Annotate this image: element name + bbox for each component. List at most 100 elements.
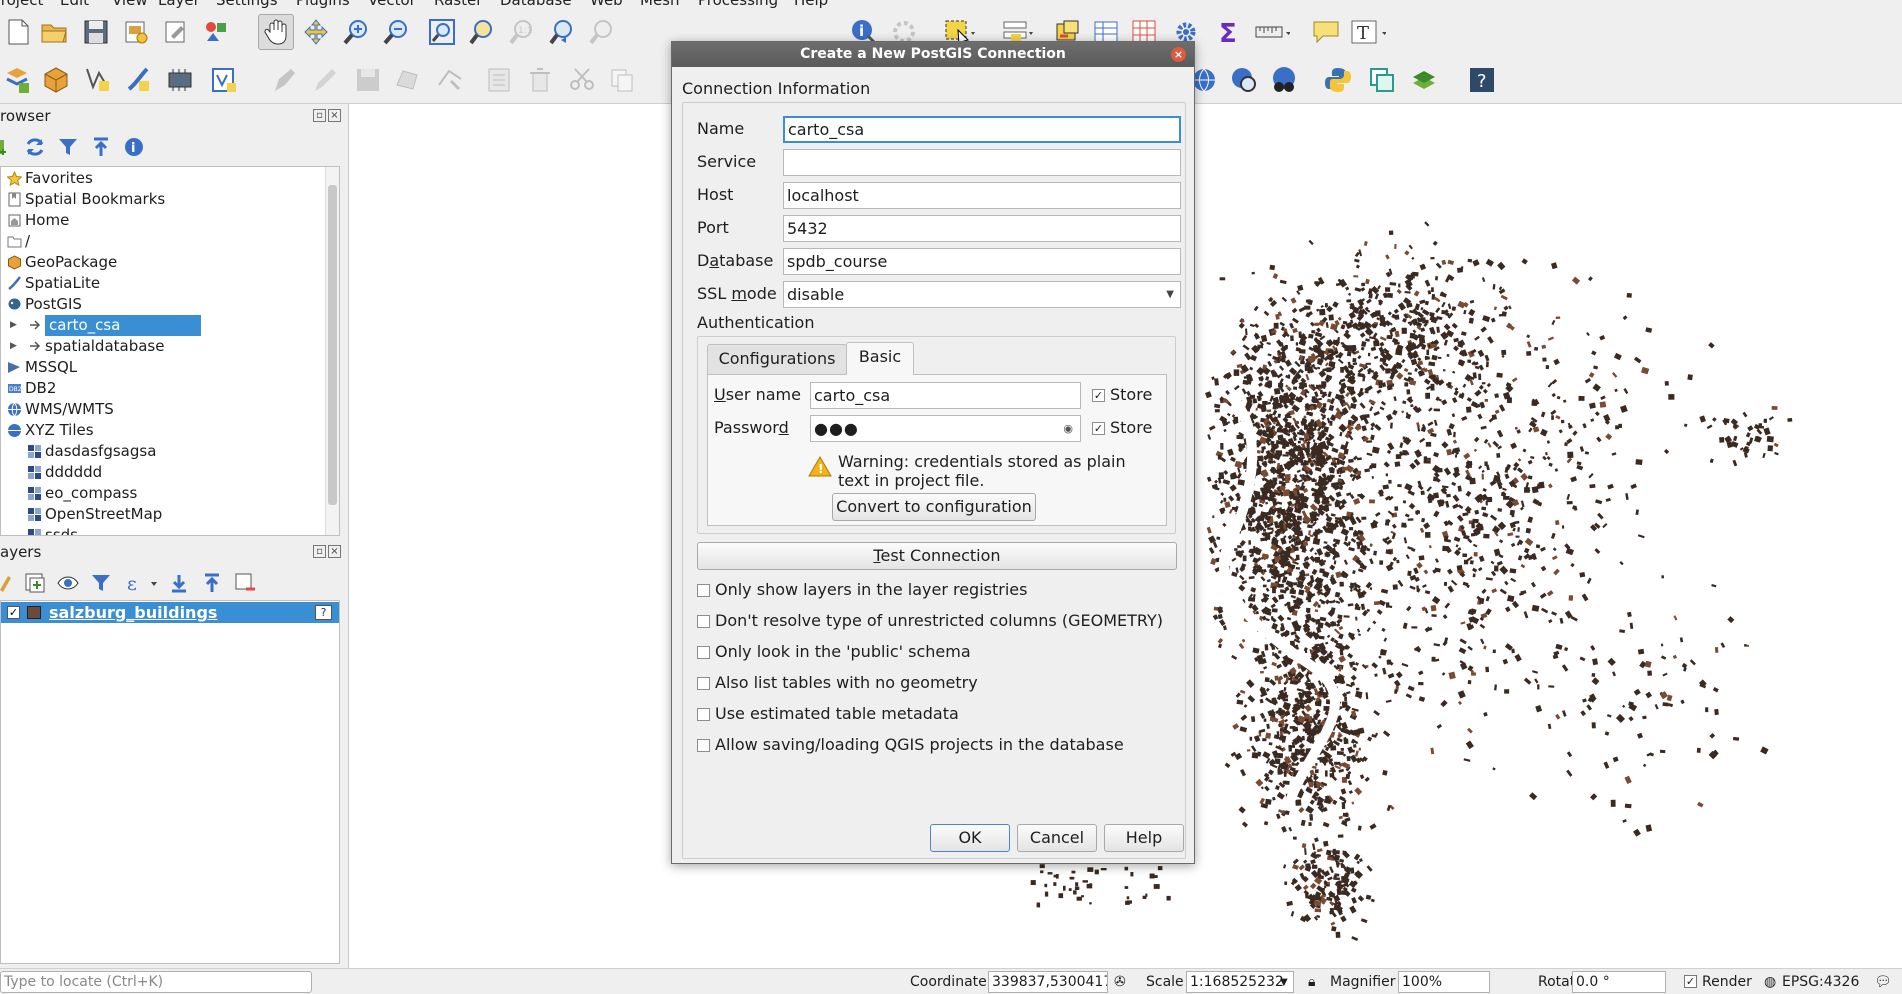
ssl-mode-select[interactable]: disable ▼: [783, 281, 1181, 308]
menu-settings[interactable]: Settings: [216, 0, 278, 8]
crs-label[interactable]: EPSG:4326: [1782, 974, 1859, 990]
menu-help[interactable]: Help: [794, 0, 828, 8]
menu-mesh[interactable]: Mesh: [640, 0, 680, 8]
browser-item[interactable]: PostGIS: [1, 294, 327, 315]
browser-item[interactable]: Favorites: [1, 168, 327, 189]
zoom-out-icon[interactable]: [378, 14, 414, 50]
text-annotation-icon[interactable]: T: [1350, 14, 1386, 50]
host-field[interactable]: localhost: [783, 182, 1181, 209]
zoom-to-selection-icon[interactable]: [464, 14, 500, 50]
browser-item[interactable]: dddddd: [1, 462, 327, 483]
expand-arrow-icon[interactable]: ▶: [10, 315, 20, 336]
browser-item[interactable]: WMS/WMTS: [1, 399, 327, 420]
browser-item[interactable]: XYZ Tiles: [1, 420, 327, 441]
filter-browser-icon[interactable]: [55, 134, 81, 160]
scale-input[interactable]: 1:168525232: [1186, 971, 1294, 993]
menu-raster[interactable]: Raster: [434, 0, 482, 8]
browser-item[interactable]: ▶ carto_csa: [1, 315, 327, 336]
ok-button[interactable]: OK: [930, 824, 1010, 852]
menu-processing[interactable]: Processing: [698, 0, 778, 8]
menu-project[interactable]: Project: [0, 0, 43, 8]
browser-item[interactable]: Home: [1, 210, 327, 231]
menu-edit[interactable]: Edit: [60, 0, 89, 8]
browser-item[interactable]: GeoPackage: [1, 252, 327, 273]
layer-plugin-icon[interactable]: [1406, 62, 1442, 98]
browser-item[interactable]: ssds: [1, 525, 327, 535]
database-field[interactable]: spdb_course: [783, 248, 1181, 275]
modify-attributes-icon[interactable]: [482, 62, 518, 98]
new-geopackage-icon[interactable]: [38, 62, 74, 98]
close-panel-icon[interactable]: ×: [328, 545, 341, 558]
filter-by-expression-icon[interactable]: ε: [123, 570, 163, 596]
option-checkbox[interactable]: [697, 646, 710, 659]
float-panel-icon[interactable]: ▫: [313, 545, 326, 558]
remove-layer-icon[interactable]: [232, 570, 258, 596]
option-checkbox[interactable]: [697, 615, 710, 628]
username-field[interactable]: carto_csa: [810, 382, 1081, 409]
cut-features-icon[interactable]: [564, 62, 600, 98]
zoom-next-icon[interactable]: [584, 14, 620, 50]
browser-item[interactable]: SpatiaLite: [1, 273, 327, 294]
zoom-last-icon[interactable]: [544, 14, 580, 50]
name-field[interactable]: carto_csa: [783, 116, 1181, 143]
collapse-all-icon[interactable]: [88, 134, 114, 160]
help-button[interactable]: Help: [1104, 824, 1184, 852]
save-project-icon[interactable]: [78, 14, 114, 50]
browser-item[interactable]: OpenStreetMap: [1, 504, 327, 525]
toggle-extents-icon[interactable]: ✇: [1114, 974, 1126, 990]
new-virtual-layer-icon[interactable]: [206, 62, 242, 98]
option-checkbox[interactable]: [697, 708, 710, 721]
zoom-to-layer-icon[interactable]: 1:1: [504, 14, 540, 50]
browser-item[interactable]: ▶ spatialdatabase: [1, 336, 327, 357]
data-source-manager-icon[interactable]: [0, 62, 36, 98]
browser-item[interactable]: MSSQL: [1, 357, 327, 378]
port-field[interactable]: 5432: [783, 215, 1181, 242]
coordinate-input[interactable]: 339837,5300417: [988, 971, 1108, 993]
rotation-input[interactable]: 0.0 °: [1572, 971, 1666, 993]
pan-to-selection-icon[interactable]: [298, 14, 334, 50]
open-project-icon[interactable]: [36, 14, 72, 50]
zoom-full-icon[interactable]: [424, 14, 460, 50]
help-contents-icon[interactable]: ?: [1464, 62, 1500, 98]
collapse-all-icon[interactable]: [199, 570, 225, 596]
add-selected-layers-icon[interactable]: [0, 134, 20, 160]
layer-warning-icon[interactable]: ?: [315, 605, 332, 620]
service-field[interactable]: [783, 149, 1181, 176]
browser-scrollbar[interactable]: [325, 167, 339, 535]
layout-manager-icon[interactable]: [158, 14, 194, 50]
refresh-icon[interactable]: [22, 134, 48, 160]
locator-search-input[interactable]: Type to locate (Ctrl+K): [0, 971, 312, 993]
menu-vector[interactable]: Vector: [368, 0, 416, 8]
store-username-checkbox[interactable]: ✓: [1092, 389, 1105, 402]
browser-item[interactable]: eo_compass: [1, 483, 327, 504]
tab-configurations[interactable]: Configurations: [707, 344, 847, 374]
magnifier-input[interactable]: 100%: [1398, 971, 1490, 993]
float-panel-icon[interactable]: ▫: [313, 109, 326, 122]
menu-web[interactable]: Web: [590, 0, 623, 8]
menu-database[interactable]: Database: [500, 0, 572, 8]
tab-basic[interactable]: Basic: [846, 342, 914, 375]
browser-item[interactable]: DB2 DB2: [1, 378, 327, 399]
filter-legend-icon[interactable]: [88, 570, 114, 596]
style-manager-icon[interactable]: [198, 14, 234, 50]
scrollbar-thumb[interactable]: [328, 185, 337, 505]
cancel-button[interactable]: Cancel: [1017, 824, 1097, 852]
show-password-icon[interactable]: ◉: [1063, 416, 1074, 441]
store-password-checkbox[interactable]: ✓: [1092, 422, 1105, 435]
measure-line-icon[interactable]: [1254, 14, 1290, 50]
new-temporary-layer-icon[interactable]: [162, 62, 198, 98]
browser-item[interactable]: /: [1, 231, 327, 252]
close-icon[interactable]: ×: [1171, 47, 1186, 62]
scale-dropdown-icon[interactable]: ▼: [1280, 977, 1288, 988]
layer-item[interactable]: ✓ salzburg_buildings ?: [1, 602, 339, 623]
style-layer-icon[interactable]: [0, 570, 18, 596]
layer-visibility-checkbox[interactable]: ✓: [7, 606, 20, 619]
map-tips-icon[interactable]: [1308, 14, 1344, 50]
crs-globe-icon[interactable]: ◍: [1764, 974, 1776, 990]
close-panel-icon[interactable]: ×: [328, 109, 341, 122]
menu-layer[interactable]: Layer: [158, 0, 200, 8]
browser-item[interactable]: dasdasfgsagsa: [1, 441, 327, 462]
zoom-in-icon[interactable]: [338, 14, 374, 50]
toggle-editing-icon[interactable]: [306, 62, 342, 98]
copy-features-icon[interactable]: [604, 62, 640, 98]
